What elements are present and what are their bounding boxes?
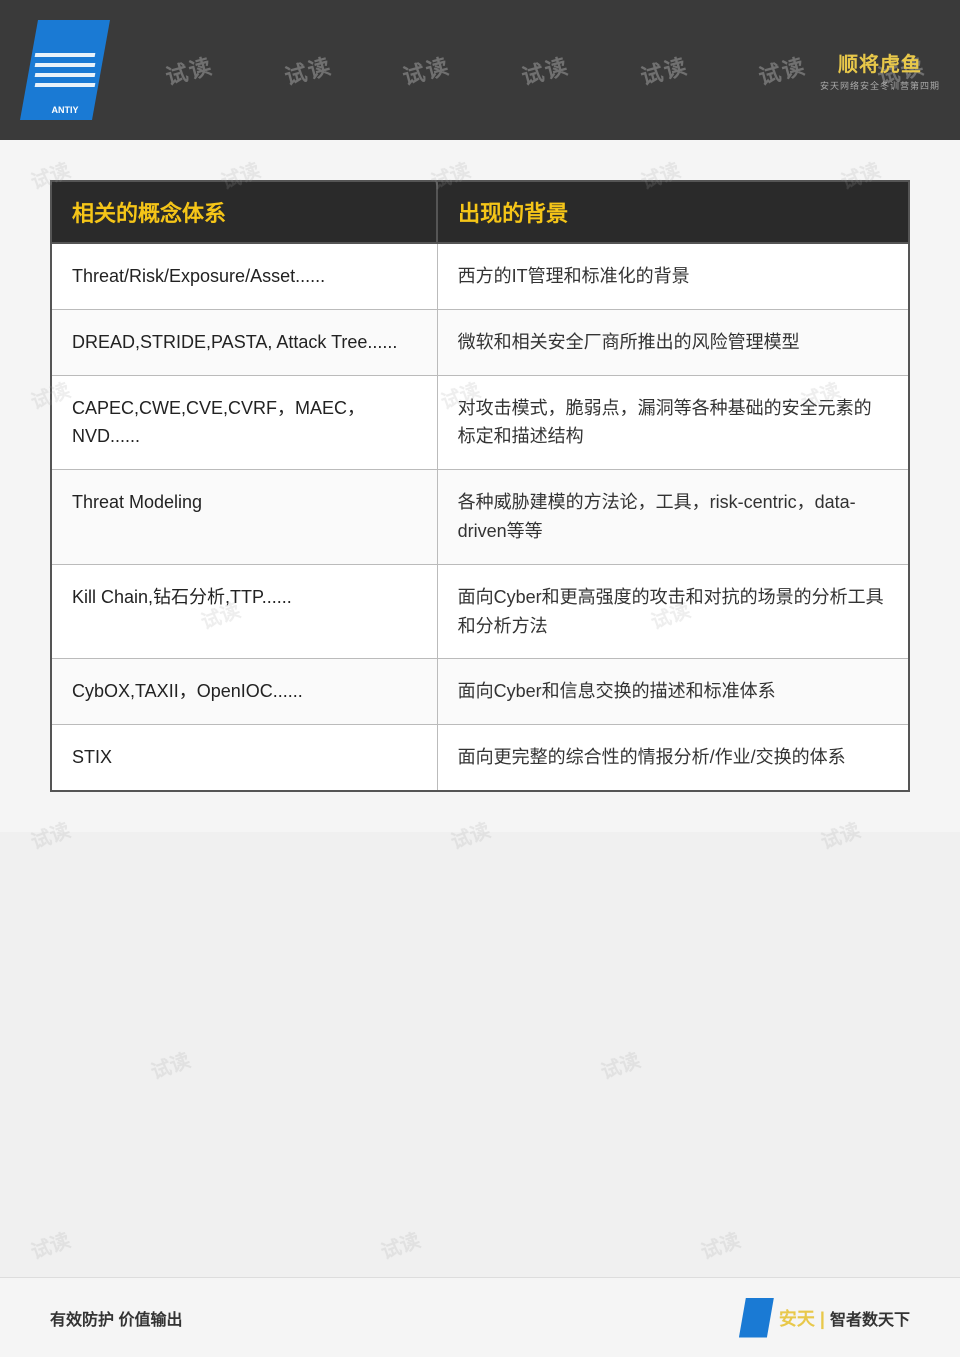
wm-2: 试读 (281, 48, 336, 91)
page-wm-18: 试读 (696, 1224, 744, 1265)
page-wm-16: 试读 (26, 1224, 74, 1265)
table-row: CybOX,TAXII，OpenIOC......面向Cyber和信息交换的描述… (51, 659, 909, 725)
table-cell-right-5: 面向Cyber和信息交换的描述和标准体系 (437, 659, 909, 725)
logo-text: ANTIY (20, 105, 110, 115)
footer-right: 安天 | 智者数天下 (739, 1298, 910, 1338)
logo-stripe-2 (35, 63, 96, 67)
table-cell-left-3: Threat Modeling (51, 470, 437, 565)
wm-5: 试读 (636, 48, 691, 91)
footer-brand-main: 安天 (779, 1309, 815, 1329)
footer-logo-icon (739, 1298, 774, 1338)
wm-3: 试读 (399, 48, 454, 91)
page-wm-17: 试读 (376, 1224, 424, 1265)
table-cell-left-0: Threat/Risk/Exposure/Asset...... (51, 243, 437, 309)
footer: 有效防护 价值输出 安天 | 智者数天下 (0, 1277, 960, 1357)
footer-brand-text: 安天 | 智者数天下 (779, 1305, 910, 1331)
brand-box: 顺将虎鱼 安天网络安全冬训营第四期 (820, 48, 940, 92)
table-header-row: 相关的概念体系 出现的背景 (51, 181, 909, 243)
page-wm-14: 试读 (146, 1044, 194, 1085)
wm-6: 试读 (755, 48, 810, 91)
header-col-left: 相关的概念体系 (51, 181, 437, 243)
logo-stripe-1 (35, 53, 96, 57)
wm-1: 试读 (162, 48, 217, 91)
footer-brand-pipe: | (820, 1309, 825, 1329)
table-cell-right-1: 微软和相关安全厂商所推出的风险管理模型 (437, 309, 909, 375)
table-row: STIX面向更完整的综合性的情报分析/作业/交换的体系 (51, 725, 909, 791)
logo-stripe-4 (35, 83, 96, 87)
table-cell-left-5: CybOX,TAXII，OpenIOC...... (51, 659, 437, 725)
footer-brand-slogan: 智者数天下 (830, 1312, 910, 1329)
table-row: DREAD,STRIDE,PASTA, Attack Tree......微软和… (51, 309, 909, 375)
table-row: CAPEC,CWE,CVE,CVRF，MAEC，NVD......对攻击模式，脆… (51, 375, 909, 470)
header-col-right: 出现的背景 (437, 181, 909, 243)
table-cell-right-4: 面向Cyber和更高强度的攻击和对抗的场景的分析工具和分析方法 (437, 564, 909, 659)
table-row: Threat/Risk/Exposure/Asset......西方的IT管理和… (51, 243, 909, 309)
table-cell-right-3: 各种威胁建模的方法论，工具，risk-centric，data-driven等等 (437, 470, 909, 565)
table-cell-left-6: STIX (51, 725, 437, 791)
table-cell-left-1: DREAD,STRIDE,PASTA, Attack Tree...... (51, 309, 437, 375)
table-cell-left-4: Kill Chain,钻石分析,TTP...... (51, 564, 437, 659)
footer-left-text: 有效防护 价值输出 (50, 1306, 182, 1330)
header: ANTIY 试读 试读 试读 试读 试读 试读 试读 顺将虎鱼 安天网络安全冬训… (0, 0, 960, 140)
brand-sub: 安天网络安全冬训营第四期 (820, 79, 940, 92)
table-cell-right-0: 西方的IT管理和标准化的背景 (437, 243, 909, 309)
table-row: Kill Chain,钻石分析,TTP......面向Cyber和更高强度的攻击… (51, 564, 909, 659)
page-wm-15: 试读 (596, 1044, 644, 1085)
logo-stripe-3 (35, 73, 96, 77)
main-content: 相关的概念体系 出现的背景 Threat/Risk/Exposure/Asset… (0, 140, 960, 832)
logo-area: ANTIY (0, 0, 130, 140)
table-cell-right-2: 对攻击模式，脆弱点，漏洞等各种基础的安全元素的标定和描述结构 (437, 375, 909, 470)
wm-4: 试读 (518, 48, 573, 91)
logo-box: ANTIY (20, 20, 110, 120)
header-right-logo: 顺将虎鱼 安天网络安全冬训营第四期 (820, 48, 940, 92)
brand-name: 顺将虎鱼 (838, 48, 922, 77)
table-cell-left-2: CAPEC,CWE,CVE,CVRF，MAEC，NVD...... (51, 375, 437, 470)
content-table: 相关的概念体系 出现的背景 Threat/Risk/Exposure/Asset… (50, 180, 910, 792)
table-cell-right-6: 面向更完整的综合性的情报分析/作业/交换的体系 (437, 725, 909, 791)
table-row: Threat Modeling各种威胁建模的方法论，工具，risk-centri… (51, 470, 909, 565)
